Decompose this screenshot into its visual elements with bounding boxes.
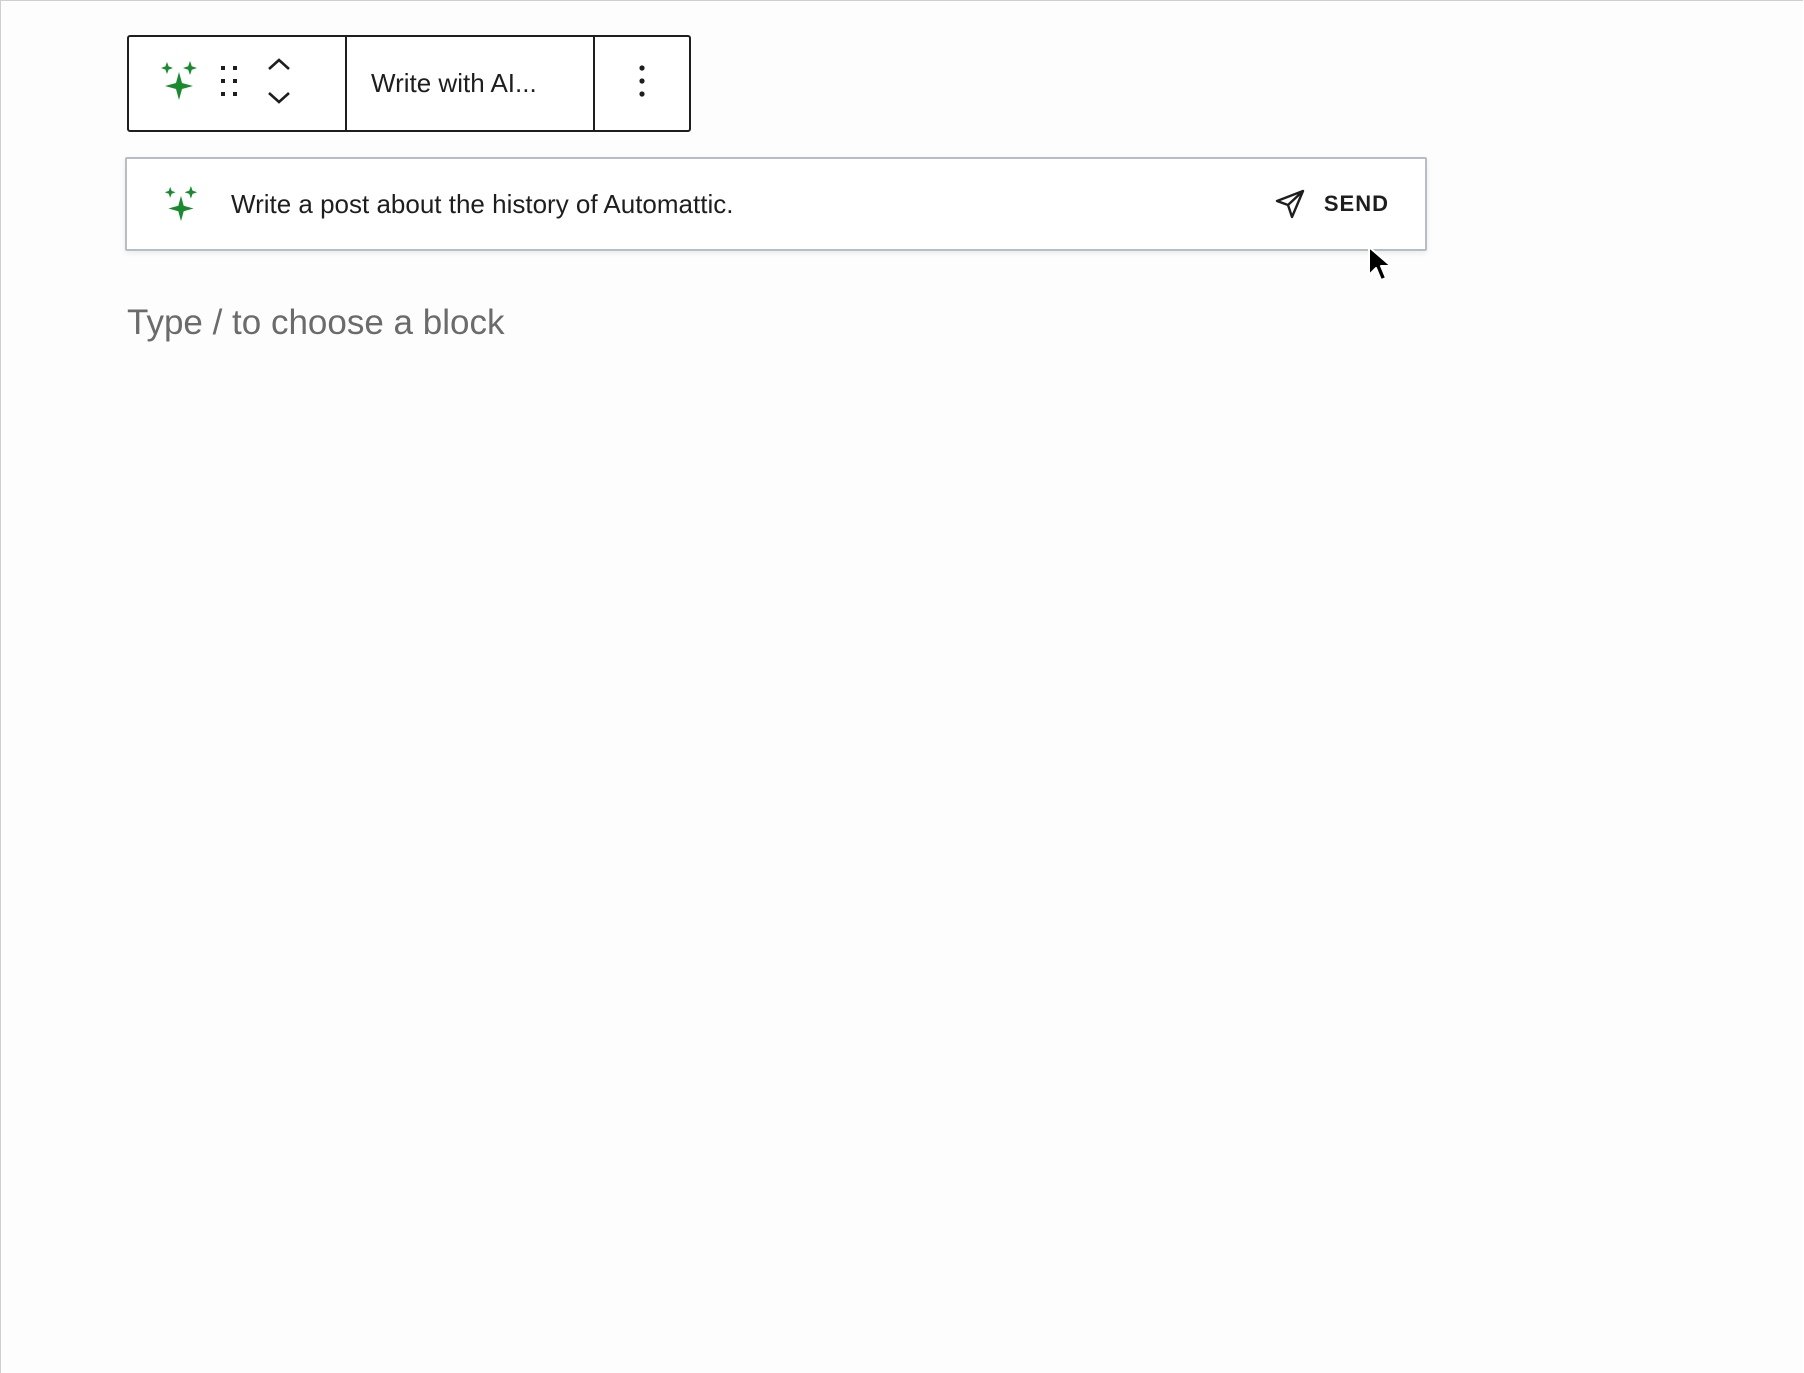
move-down-button[interactable]: [259, 84, 299, 118]
ai-block-button[interactable]: [149, 54, 209, 114]
send-label: SEND: [1323, 191, 1389, 216]
chevron-down-icon: [266, 90, 292, 111]
more-vertical-icon: [637, 64, 647, 103]
toolbar-group-block-controls: [129, 37, 347, 130]
block-title: Write with AI...: [371, 68, 537, 98]
editor-canvas: Write with AI... Write a post about the …: [0, 0, 1803, 1373]
send-button[interactable]: SEND: [1272, 186, 1389, 222]
more-options-button[interactable]: [622, 54, 662, 114]
block-movers: [249, 44, 309, 124]
toolbar-group-options: [595, 37, 689, 130]
sparkles-icon: [161, 184, 201, 224]
toolbar-group-title: Write with AI...: [347, 37, 595, 130]
drag-handle-icon: [217, 64, 241, 103]
drag-handle-button[interactable]: [209, 54, 249, 114]
sparkles-icon: [159, 60, 199, 107]
mouse-cursor-icon: [1367, 245, 1393, 283]
move-up-button[interactable]: [259, 50, 299, 84]
block-toolbar: Write with AI...: [127, 35, 691, 132]
prompt-text[interactable]: Write a post about the history of Automa…: [231, 189, 1272, 220]
block-placeholder[interactable]: Type / to choose a block: [127, 303, 504, 343]
chevron-up-icon: [266, 56, 292, 77]
ai-prompt-input[interactable]: Write a post about the history of Automa…: [125, 157, 1427, 251]
send-icon: [1272, 186, 1308, 222]
